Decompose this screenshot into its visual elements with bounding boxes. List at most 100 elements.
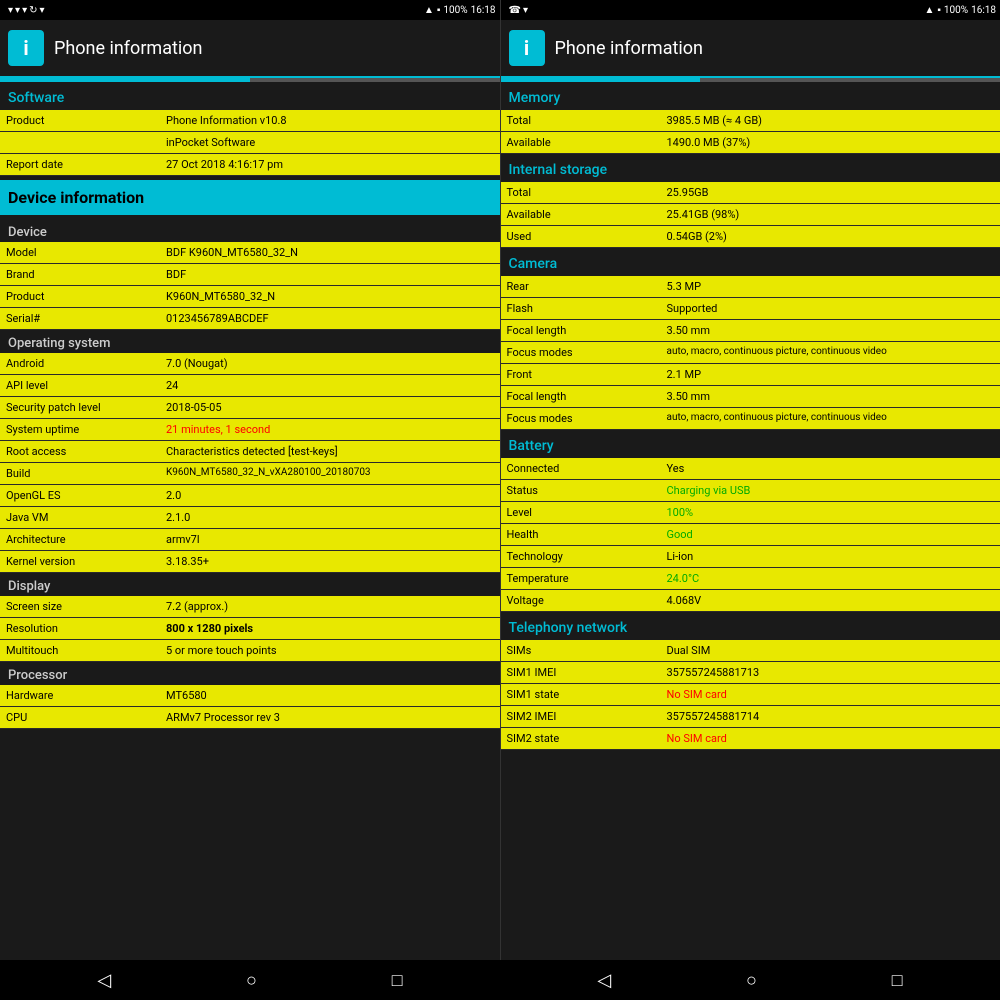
tel-sim1state-row: SIM1 state No SIM card (501, 684, 1000, 706)
os-javavm-val: 2.1.0 (160, 507, 500, 528)
os-kernel-key: Kernel version (0, 551, 160, 572)
mem-avail-key: Available (501, 132, 661, 153)
bat-level-key: Level (501, 502, 661, 523)
tel-sim1imei-key: SIM1 IMEI (501, 662, 661, 683)
display-res-val: 800 x 1280 pixels (160, 618, 500, 639)
recent-button-left[interactable]: □ (392, 970, 403, 991)
display-touch-val: 5 or more touch points (160, 640, 500, 661)
tel-sims-val: Dual SIM (661, 640, 1000, 661)
software-product-key: Product (0, 110, 160, 131)
bat-tech-row: Technology Li-ion (501, 546, 1000, 568)
display-touch-row: Multitouch 5 or more touch points (0, 640, 500, 662)
home-button-right[interactable]: ○ (746, 970, 757, 991)
bat-temp-key: Temperature (501, 568, 661, 589)
os-build-val: K960N_MT6580_32_N_vXA280100_20180703 (160, 463, 500, 484)
device-banner-text: Device information (8, 188, 144, 207)
right-status-icons: ▲ ▪ 100% 16:18 (924, 5, 996, 16)
right-tab-2[interactable] (700, 78, 1000, 82)
battery-pct-left: 100% (443, 5, 467, 16)
left-app-icon: i (8, 30, 44, 66)
time-right: 16:18 (971, 5, 996, 16)
right-tab-bar (501, 78, 1000, 82)
os-patch-val: 2018-05-05 (160, 397, 500, 418)
os-arch-row: Architecture armv7l (0, 529, 500, 551)
cam-rear-row: Rear 5.3 MP (501, 276, 1000, 298)
bt-icon: ▾ (22, 5, 27, 16)
cam-flash-row: Flash Supported (501, 298, 1000, 320)
right-panel-content: Memory Total 3985.5 MB (≈ 4 GB) Availabl… (501, 82, 1000, 750)
left-notification-icons: ▾ ▾ ▾ ↻ ▾ (4, 5, 424, 16)
left-app-header: i Phone information (0, 20, 500, 78)
cam-front-focus-key: Focus modes (501, 408, 661, 429)
cam-focal-row: Focal length 3.50 mm (501, 320, 1000, 342)
right-app-header: i Phone information (501, 20, 1000, 78)
cam-front-focal-row: Focal length 3.50 mm (501, 386, 1000, 408)
tel-sim2imei-val: 357557245881714 (661, 706, 1000, 727)
left-tab-1[interactable] (0, 78, 250, 82)
stor-avail-val: 25.41GB (98%) (661, 204, 1000, 225)
mem-total-val: 3985.5 MB (≈ 4 GB) (661, 110, 1000, 131)
time-left: 16:18 (471, 5, 496, 16)
main-panels: i Phone information Software Product Pho… (0, 20, 1000, 960)
os-javavm-key: Java VM (0, 507, 160, 528)
os-api-val: 24 (160, 375, 500, 396)
proc-cpu-val: ARMv7 Processor rev 3 (160, 707, 500, 728)
tel-sims-row: SIMs Dual SIM (501, 640, 1000, 662)
sync-icon: ↻ (29, 5, 37, 16)
bat-tech-val: Li-ion (661, 546, 1000, 567)
cam-flash-key: Flash (501, 298, 661, 319)
bat-connected-row: Connected Yes (501, 458, 1000, 480)
device-brand-val: BDF (160, 264, 500, 285)
cam-front-focal-val: 3.50 mm (661, 386, 1000, 407)
right-panel: i Phone information Memory Total 3985.5 … (501, 20, 1000, 960)
battery-section-header: Battery (501, 430, 1000, 458)
os-api-row: API level 24 (0, 375, 500, 397)
right-notification-icons: ☎ ▾ (505, 5, 925, 16)
cam-focus-key: Focus modes (501, 342, 661, 363)
signal-strength-icon-r: ▲ (924, 5, 934, 16)
right-app-title: Phone information (555, 38, 703, 59)
device-model-key: Model (0, 242, 160, 263)
device-info-banner: Device information (0, 180, 500, 215)
tel-sim1state-val: No SIM card (661, 684, 1000, 705)
stor-total-row: Total 25.95GB (501, 182, 1000, 204)
os-patch-key: Security patch level (0, 397, 160, 418)
cam-front-focal-key: Focal length (501, 386, 661, 407)
right-tab-1[interactable] (501, 78, 701, 82)
left-panel: i Phone information Software Product Pho… (0, 20, 501, 960)
recent-button-right[interactable]: □ (892, 970, 903, 991)
bat-temp-row: Temperature 24.0°C (501, 568, 1000, 590)
software-date-row: Report date 27 Oct 2018 4:16:17 pm (0, 154, 500, 176)
software-date-key: Report date (0, 154, 160, 175)
storage-section-header: Internal storage (501, 154, 1000, 182)
display-res-row: Resolution 800 x 1280 pixels (0, 618, 500, 640)
home-button-left[interactable]: ○ (246, 970, 257, 991)
stor-total-val: 25.95GB (661, 182, 1000, 203)
cam-focal-key: Focal length (501, 320, 661, 341)
bat-health-val: Good (661, 524, 1000, 545)
bat-status-val: Charging via USB (661, 480, 1000, 501)
bat-status-key: Status (501, 480, 661, 501)
device-serial-val: 0123456789ABCDEF (160, 308, 500, 329)
phone-icon: ☎ (509, 5, 521, 16)
display-size-key: Screen size (0, 596, 160, 617)
back-button-right[interactable]: ◁ (597, 970, 611, 991)
stor-used-val: 0.54GB (2%) (661, 226, 1000, 247)
battery-pct-right: 100% (944, 5, 968, 16)
os-opengl-val: 2.0 (160, 485, 500, 506)
back-button-left[interactable]: ◁ (97, 970, 111, 991)
software-section-header: Software (0, 82, 500, 110)
bat-connected-key: Connected (501, 458, 661, 479)
software-inpocket-val: inPocket Software (160, 132, 500, 153)
stor-used-key: Used (501, 226, 661, 247)
display-res-key: Resolution (0, 618, 160, 639)
bat-status-row: Status Charging via USB (501, 480, 1000, 502)
device-model-row: Model BDF K960N_MT6580_32_N (0, 242, 500, 264)
left-tab-2[interactable] (250, 78, 500, 82)
tel-sim1state-key: SIM1 state (501, 684, 661, 705)
os-arch-key: Architecture (0, 529, 160, 550)
software-product-row: Product Phone Information v10.8 (0, 110, 500, 132)
os-kernel-row: Kernel version 3.18.35+ (0, 551, 500, 573)
os-patch-row: Security patch level 2018-05-05 (0, 397, 500, 419)
software-product-val: Phone Information v10.8 (160, 110, 500, 131)
